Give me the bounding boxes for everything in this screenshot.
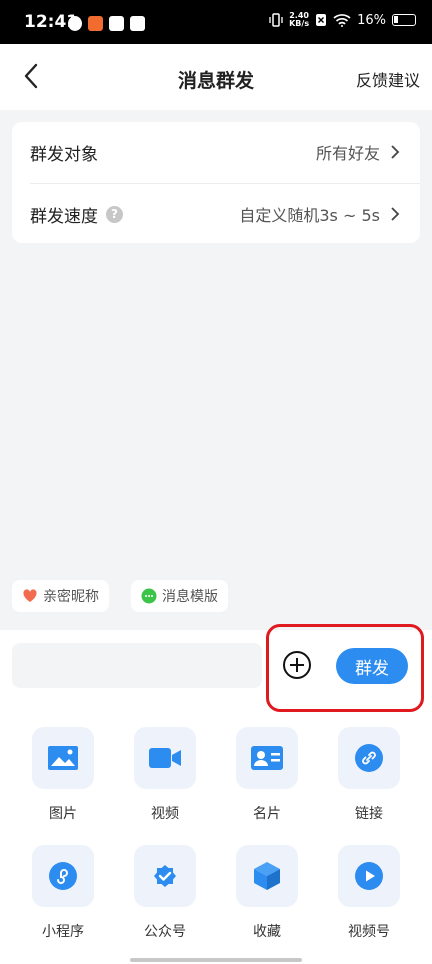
- tool-channels[interactable]: 视频号: [329, 845, 409, 941]
- tool-label: 名片: [253, 806, 281, 822]
- tool-tile: [338, 845, 400, 907]
- tool-tile: [32, 727, 94, 789]
- chat-bubble-icon: [141, 588, 157, 604]
- tool-tile: [236, 845, 298, 907]
- speed-label: 群发速度: [30, 206, 98, 227]
- mail-icon: [109, 16, 124, 31]
- favorites-box-icon: [254, 862, 280, 890]
- tool-contact-card[interactable]: 名片: [227, 727, 307, 823]
- net-speed: 2.40 KB/s: [289, 12, 309, 28]
- battery-icon: [392, 14, 416, 26]
- tool-image[interactable]: 图片: [23, 727, 103, 823]
- app-notification-icon: [130, 16, 145, 31]
- tool-official-account[interactable]: 公众号: [125, 845, 205, 941]
- recipients-value: 所有好友: [315, 144, 380, 163]
- tool-tile: [134, 845, 196, 907]
- recipients-label: 群发对象: [30, 144, 98, 165]
- tool-favorites[interactable]: 收藏: [227, 845, 307, 941]
- highlight-box: [266, 624, 424, 712]
- recipients-row[interactable]: 群发对象 所有好友: [12, 122, 420, 182]
- speed-row[interactable]: 群发速度 ? 自定义随机3s ~ 5s: [12, 184, 420, 244]
- app-notification-icon: [88, 16, 103, 31]
- mini-program-icon: [49, 862, 77, 890]
- tool-link[interactable]: 链接: [329, 727, 409, 823]
- nav-bar: 消息群发 反馈建议: [0, 44, 432, 110]
- tool-label: 收藏: [253, 924, 281, 940]
- home-indicator: [130, 958, 302, 962]
- image-icon: [48, 746, 78, 770]
- tool-label: 视频号: [348, 924, 390, 940]
- wifi-icon: [333, 14, 351, 27]
- tool-mini-program[interactable]: 小程序: [23, 845, 103, 941]
- nickname-chip-label: 亲密昵称: [43, 589, 99, 605]
- chevron-right-icon: [391, 207, 400, 221]
- chevron-right-icon: [391, 145, 400, 159]
- tool-tile: [338, 727, 400, 789]
- vibrate-icon: [269, 13, 283, 27]
- sim-icon: [316, 14, 327, 26]
- template-chip[interactable]: 消息模版: [131, 580, 228, 612]
- template-chip-label: 消息模版: [162, 589, 218, 605]
- speed-value: 自定义随机3s ~ 5s: [239, 206, 380, 225]
- link-icon: [355, 744, 383, 772]
- tool-label: 图片: [49, 806, 77, 822]
- contact-card-icon: [251, 746, 283, 770]
- status-right: 2.40 KB/s 16%: [269, 12, 416, 28]
- tool-tile: [32, 845, 94, 907]
- help-icon[interactable]: ?: [106, 205, 123, 223]
- heart-icon: [23, 589, 37, 602]
- tool-label: 链接: [355, 806, 383, 822]
- feedback-link[interactable]: 反馈建议: [356, 67, 420, 91]
- battery-percent: 16%: [357, 12, 386, 28]
- app-notification-icon: [68, 16, 82, 31]
- notification-icons: [68, 16, 145, 31]
- channels-play-icon: [355, 862, 383, 890]
- nickname-chip[interactable]: 亲密昵称: [12, 580, 109, 612]
- official-account-icon: [154, 865, 176, 887]
- tool-tile: [134, 727, 196, 789]
- settings-card: 群发对象 所有好友 群发速度 ? 自定义随机3s ~ 5s: [12, 122, 420, 243]
- message-input[interactable]: [12, 643, 262, 688]
- tool-tile: [236, 727, 298, 789]
- video-camera-icon: [149, 748, 181, 768]
- net-speed-unit: KB/s: [289, 19, 310, 28]
- tool-video[interactable]: 视频: [125, 727, 205, 823]
- tool-label: 公众号: [144, 924, 186, 940]
- status-bar: 12:41 2.40 KB/s 16%: [0, 0, 432, 44]
- tool-label: 视频: [151, 806, 179, 822]
- tool-label: 小程序: [42, 924, 84, 940]
